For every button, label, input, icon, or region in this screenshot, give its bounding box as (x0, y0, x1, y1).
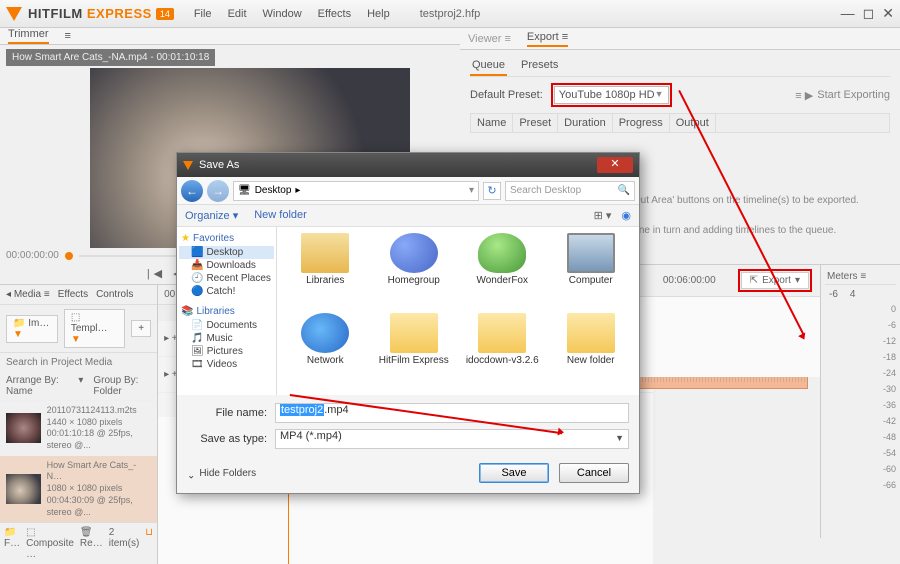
file-libraries[interactable]: Libraries (281, 231, 370, 311)
close-icon[interactable]: ✕ (882, 5, 894, 22)
filename-label: File name: (187, 407, 267, 419)
tree-videos[interactable]: 🎞 Videos (179, 358, 274, 371)
media-clip-item[interactable]: 20110731124113.m2ts 1440 × 1080 pixels 0… (0, 401, 157, 456)
project-name: testproj2.hfp (420, 8, 481, 20)
minimize-icon[interactable]: — (841, 5, 855, 22)
media-clip-item[interactable]: How Smart Are Cats_-N… 1080 × 1080 pixel… (0, 456, 157, 522)
dialog-close-button[interactable]: ✕ (597, 157, 633, 173)
media-thumbnail (6, 474, 41, 504)
file-newfolder[interactable]: New folder (547, 311, 636, 391)
save-as-dialog: Save As ✕ ← → 🖥 Desktop ▸ ↻ Search Deskt… (176, 152, 640, 494)
filename-input[interactable]: testproj2.mp4 (275, 403, 629, 423)
view-options-button[interactable]: ⊞ ▾ (594, 209, 612, 222)
new-button[interactable]: + (131, 320, 151, 337)
menu-help[interactable]: Help (367, 8, 390, 20)
filetype-select[interactable]: MP4 (*.mp4) (275, 429, 629, 449)
desktop-icon: 🖥 (238, 185, 251, 196)
menu-bar: File Edit Window Effects Help (194, 8, 390, 20)
queue-columns: NamePreset DurationProgress Output (470, 113, 890, 133)
footer-tab[interactable]: 🗑 Re… (80, 527, 103, 560)
tree-catch[interactable]: 🔵 Catch! (179, 285, 274, 298)
magnet-icon[interactable]: ⊔ (145, 527, 153, 560)
tab-viewer[interactable]: Viewer ≡ (468, 33, 511, 45)
tab-presets[interactable]: Presets (519, 56, 560, 76)
tree-documents[interactable]: 📄 Documents (179, 319, 274, 332)
window-controls: — ◻ ✕ (841, 5, 894, 22)
refresh-button[interactable]: ↻ (483, 182, 501, 200)
file-idocdown[interactable]: idocdown-v3.2.6 (458, 311, 547, 391)
trimmer-clip-label: How Smart Are Cats_-NA.mp4 - 00:01:10:18 (6, 49, 215, 66)
menu-window[interactable]: Window (263, 8, 302, 20)
footer-tab[interactable]: 📁 F… (4, 527, 20, 560)
item-count: 2 item(s) (109, 527, 140, 560)
time-start: 00:00:00:00 (6, 250, 59, 261)
media-panel: ◂ Media ≡ Effects Controls 📁 Im… ⬚ Templ… (0, 285, 158, 564)
file-wonderfox[interactable]: WonderFox (458, 231, 547, 311)
menu-edit[interactable]: Edit (228, 8, 247, 20)
dialog-tree[interactable]: ★Favorites 🟦 Desktop 📥 Downloads 🕘 Recen… (177, 227, 277, 395)
version-badge: 14 (156, 8, 174, 20)
app-brand: HITFILM EXPRESS (28, 6, 152, 21)
dialog-search-input[interactable]: Search Desktop🔍 (505, 181, 635, 201)
media-thumbnail (6, 413, 41, 443)
organize-button[interactable]: Organize ▾ (185, 209, 238, 222)
nav-forward-button[interactable]: → (207, 180, 229, 202)
file-computer[interactable]: Computer (547, 231, 636, 311)
tab-media[interactable]: ◂ Media ≡ (6, 289, 50, 300)
help-button[interactable]: ◉ (621, 209, 631, 222)
panel-menu-icon[interactable]: ≡ (65, 30, 71, 42)
file-network[interactable]: Network (281, 311, 370, 391)
search-media-input[interactable] (0, 353, 157, 372)
dialog-titlebar[interactable]: Save As ✕ (177, 153, 639, 177)
meters-panel: Meters ≡ -64 0-6 -12-18 -24-30 -36-42 -4… (820, 265, 900, 538)
tree-desktop[interactable]: 🟦 Desktop (179, 246, 274, 259)
file-homegroup[interactable]: Homegroup (370, 231, 459, 311)
templates-button[interactable]: ⬚ Templ… (64, 309, 125, 348)
default-preset-select[interactable]: YouTube 1080p HD (554, 86, 669, 104)
footer-tab[interactable]: ⬚ Composite … (26, 527, 74, 560)
app-logo-icon (6, 7, 22, 21)
new-folder-button[interactable]: New folder (254, 209, 307, 222)
timeline-export-button[interactable]: ⇱ Export ▾ (741, 272, 809, 289)
menu-file[interactable]: File (194, 8, 212, 20)
save-button[interactable]: Save (479, 463, 549, 483)
tree-pictures[interactable]: 🖼 Pictures (179, 345, 274, 358)
tree-downloads[interactable]: 📥 Downloads (179, 259, 274, 272)
default-preset-label: Default Preset: (470, 89, 543, 101)
tab-queue[interactable]: Queue (470, 56, 507, 76)
app-header: HITFILM EXPRESS 14 File Edit Window Effe… (0, 0, 900, 28)
tab-effects[interactable]: Effects (58, 289, 88, 300)
filetype-label: Save as type: (187, 433, 267, 445)
hide-folders-button[interactable]: Hide Folders (187, 468, 256, 479)
tree-music[interactable]: 🎵 Music (179, 332, 274, 345)
dialog-title: Save As (199, 159, 239, 171)
tab-controls[interactable]: Controls (96, 289, 133, 300)
path-bar[interactable]: 🖥 Desktop ▸ (233, 181, 479, 201)
menu-effects[interactable]: Effects (318, 8, 351, 20)
start-exporting-button[interactable]: ≡ ▶ Start Exporting (795, 89, 890, 102)
cancel-button[interactable]: Cancel (559, 463, 629, 483)
arrange-by[interactable]: Arrange By: Name (6, 375, 68, 397)
nav-back-button[interactable]: ← (181, 180, 203, 202)
trimmer-tab[interactable]: Trimmer≡ (0, 28, 460, 45)
import-button[interactable]: 📁 Im… (6, 315, 58, 343)
group-by[interactable]: Group By: Folder (93, 375, 151, 397)
tree-recent[interactable]: 🕘 Recent Places (179, 272, 274, 285)
maximize-icon[interactable]: ◻ (863, 5, 875, 22)
file-hitfilm[interactable]: HitFilm Express (370, 311, 459, 391)
tab-export[interactable]: Export ≡ (527, 31, 568, 47)
